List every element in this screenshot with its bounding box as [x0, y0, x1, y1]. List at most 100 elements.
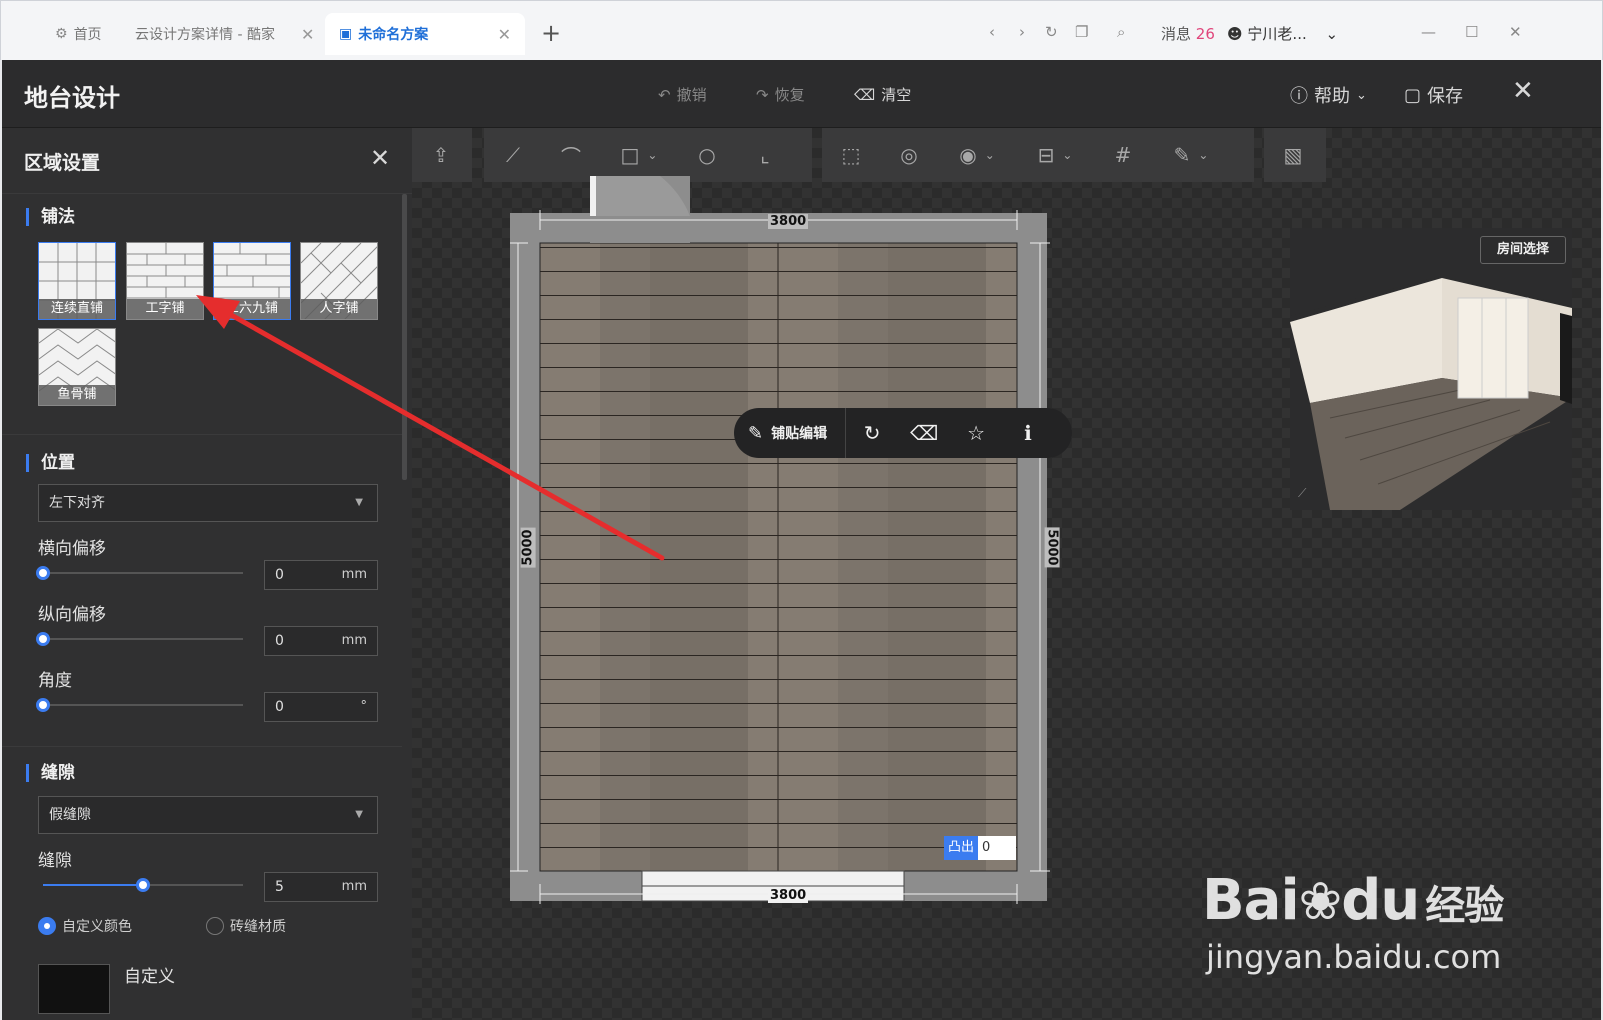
app-window: 地台设计 ↶ 撤销 ↷ 恢复 ⌫ 清空 ⓘ 帮助 ⌄ ▢ 保存 ✕ 区域设置 ✕ [2, 60, 1601, 1020]
close-icon: ✕ [1512, 76, 1534, 106]
align-icon[interactable]: ⊟ ⌄ [1016, 128, 1094, 182]
edit-icon: ✎ [748, 422, 764, 444]
watermark-brand-text2: du [1341, 868, 1420, 933]
clear-button[interactable]: ⌫ 清空 [854, 84, 911, 105]
arc-tool-icon[interactable]: ⌒ [542, 128, 600, 182]
slider-fill [43, 884, 143, 886]
design-canvas[interactable]: ⇪ ⟋ ⌒ □ ⌄ ○ ⌞ ⬚ ◎ ◉ ⌄ ⊟ ⌄ # ✎ ⌄ ▧ 3800 3… [196, 128, 1601, 1020]
corner-tool-icon[interactable]: ⌞ [736, 128, 794, 182]
back-icon[interactable]: ‹ [989, 23, 995, 41]
v-offset-input[interactable]: 0 mm [264, 626, 378, 656]
tab-home-label: 首页 [73, 27, 102, 43]
frame-select-icon[interactable]: ⬚ [822, 128, 880, 182]
toolbar-group-upload: ⇪ [412, 128, 472, 182]
gap-label: 缝隙 [38, 851, 72, 871]
floating-action-bar: ✎ 铺贴编辑 ↻ ⌫ ☆ ℹ [734, 408, 1072, 458]
new-tab-button[interactable]: + [541, 19, 561, 47]
toolbar-group-render: ▧ [1264, 128, 1326, 182]
annotation-arrow [196, 295, 665, 561]
angle-slider[interactable] [36, 698, 243, 712]
help-label: 帮助 [1314, 86, 1350, 107]
close-icon[interactable]: ✕ [370, 144, 390, 172]
forward-icon[interactable]: › [1019, 23, 1025, 41]
v-offset-slider[interactable] [36, 632, 243, 646]
close-app-button[interactable]: ✕ [1512, 76, 1534, 106]
grid-icon[interactable]: # [1094, 128, 1152, 182]
watermark-brand: Bai❀du 经验 [1202, 868, 1504, 933]
line-tool-icon[interactable]: ⟋ [484, 128, 542, 182]
slider-handle[interactable] [36, 566, 50, 580]
dimension-top: 3800 [768, 214, 809, 229]
copy-icon[interactable]: ❐ [1075, 23, 1088, 41]
protrude-input[interactable]: 0 [978, 836, 1017, 860]
caret-down-icon: ▼ [355, 809, 363, 820]
refresh-icon[interactable]: ↻ [1045, 23, 1058, 41]
clear-label: 清空 [881, 86, 912, 104]
tab-home[interactable]: ⚙ 首页 [55, 13, 102, 55]
tab-design-detail[interactable]: 云设计方案详情 - 酷家 ✕ [135, 13, 315, 55]
radio-custom-color[interactable]: 自定义颜色 [38, 916, 132, 936]
slider-handle[interactable] [36, 698, 50, 712]
paw-icon: ❀ [1298, 872, 1343, 932]
rectangle-tool-icon[interactable]: □ ⌄ [600, 128, 678, 182]
protrude-control[interactable]: 凸出 0 [944, 836, 1017, 860]
image-icon[interactable]: ▧ [1264, 128, 1322, 182]
help-button[interactable]: ⓘ 帮助 ⌄ [1290, 82, 1367, 108]
save-icon: ▢ [1404, 84, 1422, 106]
rotate-icon[interactable]: ↻ [846, 421, 898, 445]
top-bar: 地台设计 ↶ 撤销 ↷ 恢复 ⌫ 清空 ⓘ 帮助 ⌄ ▢ 保存 ✕ [2, 60, 1601, 128]
close-icon[interactable]: ✕ [498, 25, 511, 44]
paving-option-continuous[interactable]: 连续直铺 [38, 242, 116, 320]
undo-button[interactable]: ↶ 撤销 [658, 84, 707, 105]
watermark-url: jingyan.baidu.com [1206, 938, 1502, 976]
slider-handle[interactable] [36, 632, 50, 646]
gap-type-select[interactable]: 假缝隙 ▼ [38, 796, 378, 834]
paving-option-fishbone[interactable]: 鱼骨铺 [38, 328, 116, 406]
user-menu[interactable]: ☻ 宁川老... ⌄ [1227, 23, 1338, 44]
info-icon[interactable]: ℹ [1002, 421, 1054, 445]
window-close-icon[interactable]: ✕ [1509, 23, 1522, 41]
slider-handle[interactable] [136, 878, 150, 892]
circle-tool-icon[interactable]: ○ [678, 128, 736, 182]
color-swatch[interactable] [38, 964, 110, 1014]
tab-untitled[interactable]: ▣ 未命名方案 ✕ [325, 13, 525, 55]
maximize-icon[interactable]: ☐ [1465, 23, 1478, 41]
undo-icon: ↶ [658, 85, 671, 104]
save-button[interactable]: ▢ 保存 [1404, 82, 1463, 108]
gap-heading: 缝隙 [26, 764, 75, 782]
divider [2, 746, 402, 747]
room-3d-render [1290, 276, 1572, 510]
minimize-icon[interactable]: — [1421, 23, 1436, 41]
3d-preview[interactable]: 房间选择 ⟋ [1290, 228, 1572, 510]
browser-chrome: ⚙ 首页 云设计方案详情 - 酷家 ✕ ▣ 未命名方案 ✕ + ‹ › ↻ ❐ … [0, 0, 1603, 60]
avatar: ☻ [1227, 25, 1243, 43]
search-icon[interactable]: ⌕ [1117, 23, 1125, 41]
lasso-icon[interactable]: ◎ [880, 128, 938, 182]
messages-label: 消息 [1161, 25, 1192, 43]
upload-icon[interactable]: ⇪ [412, 128, 470, 182]
tab-untitled-label: 未命名方案 [358, 27, 429, 43]
room-select-button[interactable]: 房间选择 [1480, 236, 1566, 264]
redo-button[interactable]: ↷ 恢复 [756, 84, 805, 105]
toolbar-group-view: ⬚ ◎ ◉ ⌄ ⊟ ⌄ # ✎ ⌄ [822, 128, 1254, 182]
brush-icon[interactable]: ✎ ⌄ [1152, 128, 1230, 182]
radio-joint-material[interactable]: 砖缝材质 [206, 916, 286, 936]
radio-joint-material-label: 砖缝材质 [230, 919, 286, 935]
angle-input[interactable]: 0 ° [264, 692, 378, 722]
dimension-right: 5000 [1044, 527, 1060, 568]
close-icon[interactable]: ✕ [301, 25, 314, 44]
resize-handle-icon[interactable]: ⟋ [1298, 486, 1306, 501]
gap-slider[interactable] [43, 878, 243, 892]
star-icon[interactable]: ☆ [950, 421, 1002, 445]
eye-icon[interactable]: ◉ ⌄ [938, 128, 1016, 182]
toolbar-group-draw: ⟋ ⌒ □ ⌄ ○ ⌞ [484, 128, 812, 182]
gap-input[interactable]: 5 mm [264, 872, 378, 902]
eraser-icon[interactable]: ⌫ [898, 421, 950, 445]
align-select-value: 左下对齐 [49, 495, 105, 511]
messages-badge: 26 [1195, 25, 1215, 43]
redo-icon: ↷ [756, 85, 769, 104]
paving-edit-button[interactable]: ✎ 铺贴编辑 [734, 408, 847, 458]
eraser-icon: ⌫ [854, 85, 876, 104]
chevron-down-icon: ⌄ [1356, 87, 1367, 103]
messages[interactable]: 消息 26 [1161, 23, 1215, 44]
